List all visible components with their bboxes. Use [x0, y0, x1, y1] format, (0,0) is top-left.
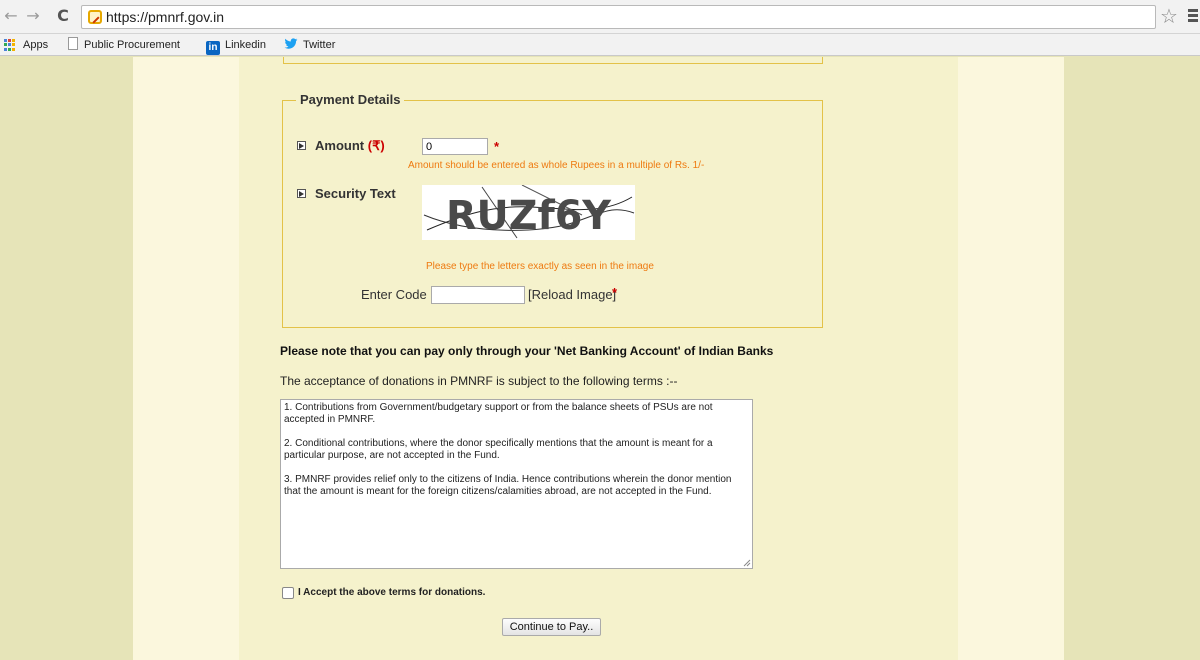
security-code-input[interactable]: [431, 286, 525, 304]
captcha-image: RUZf6Y: [422, 185, 635, 240]
bookmark-public-procurement[interactable]: Public Procurement: [68, 37, 180, 53]
forward-arrow-icon[interactable]: →: [24, 7, 42, 25]
apps-grid-icon: [4, 39, 16, 51]
net-banking-note: Please note that you can pay only throug…: [280, 344, 774, 358]
code-required-mark: *: [612, 285, 618, 300]
browser-toolbar: ← → C https://pmnrf.gov.in ☆: [0, 0, 1200, 34]
page-side-panel-left: [133, 57, 239, 660]
page-icon: [68, 37, 78, 50]
rupee-symbol: (₹): [367, 138, 385, 153]
bookmarks-bar: Apps Public Procurement in Linkedin Twitt…: [0, 34, 1200, 56]
resize-grip-icon[interactable]: [743, 559, 751, 567]
previous-fieldset-border: [283, 57, 823, 64]
accept-terms-label[interactable]: I Accept the above terms for donations.: [298, 587, 485, 598]
svg-text:RUZf6Y: RUZf6Y: [446, 193, 612, 239]
enter-code-label: Enter Code :: [361, 287, 434, 302]
reload-icon[interactable]: C: [54, 7, 72, 25]
url-text[interactable]: https://pmnrf.gov.in: [106, 9, 224, 25]
bookmark-twitter[interactable]: Twitter: [284, 37, 335, 53]
amount-label: Amount (₹): [315, 138, 385, 153]
amount-required-mark: *: [494, 139, 500, 154]
page-side-panel-right: [958, 57, 1064, 660]
broken-lock-icon[interactable]: [88, 10, 102, 24]
back-arrow-icon[interactable]: ←: [2, 7, 20, 25]
terms-item: 1. Contributions from Government/budgeta…: [284, 402, 713, 425]
captcha-hint: Please type the letters exactly as seen …: [426, 261, 654, 272]
arrow-bullet-icon: [297, 141, 306, 150]
amount-hint: Amount should be entered as whole Rupees…: [408, 160, 705, 171]
amount-input[interactable]: [422, 138, 488, 155]
bookmark-star-icon[interactable]: ☆: [1160, 6, 1178, 26]
hamburger-menu-icon[interactable]: [1188, 9, 1198, 24]
security-text-label: Security Text: [315, 186, 396, 201]
reload-image-link[interactable]: [Reload Image]: [528, 287, 616, 302]
terms-item: 2. Conditional contributions, where the …: [284, 438, 713, 461]
payment-details-legend: Payment Details: [296, 92, 405, 107]
linkedin-icon: in: [206, 41, 220, 55]
twitter-icon: [284, 38, 298, 49]
terms-item: 3. PMNRF provides relief only to the cit…: [284, 474, 732, 497]
terms-textarea[interactable]: 1. Contributions from Government/budgeta…: [280, 399, 753, 569]
arrow-bullet-icon: [297, 189, 306, 198]
address-bar[interactable]: https://pmnrf.gov.in: [81, 5, 1156, 29]
terms-heading: The acceptance of donations in PMNRF is …: [280, 374, 678, 388]
accept-terms-checkbox[interactable]: [282, 587, 294, 599]
bookmark-apps[interactable]: Apps: [4, 37, 54, 53]
continue-to-pay-button[interactable]: Continue to Pay..: [502, 618, 601, 636]
bookmark-linkedin[interactable]: in Linkedin: [206, 37, 266, 55]
